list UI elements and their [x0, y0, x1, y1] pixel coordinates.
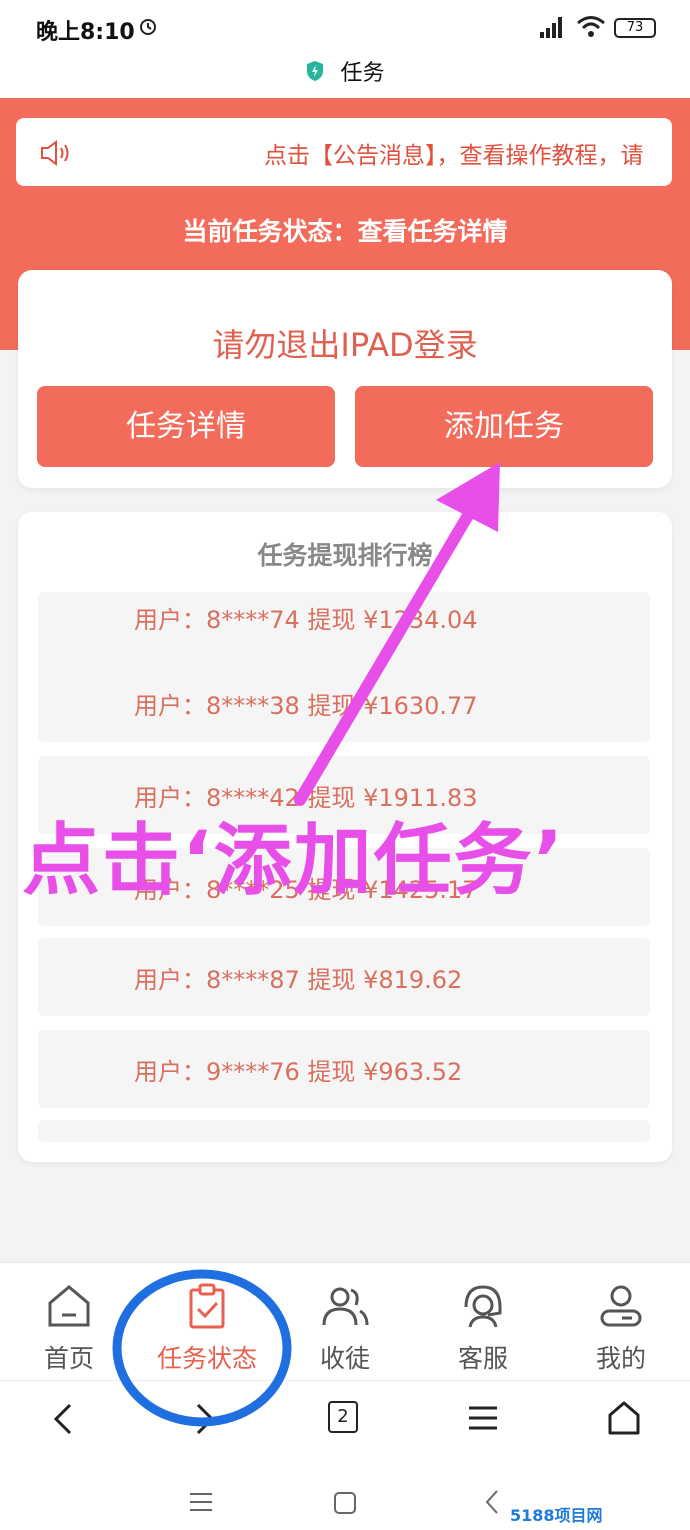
browser-toolbar: 2 [0, 1380, 690, 1457]
action-card: 请勿退出IPAD登录 任务详情 添加任务 [18, 270, 672, 488]
square-home-icon[interactable] [332, 1490, 358, 1516]
signal-icon [540, 17, 562, 38]
ranking-row: 用户：8****74 提现 ¥1234.04 [38, 592, 650, 670]
home-page-icon[interactable] [606, 1399, 642, 1437]
ranking-row: 用户：8****38 提现 ¥1630.77 [38, 664, 650, 742]
speaker-icon [41, 140, 69, 166]
status-time: 晚上8:10 [36, 20, 135, 45]
task-detail-button[interactable]: 任务详情 [37, 386, 335, 467]
nav-label: 客服 [457, 1344, 508, 1373]
add-task-button[interactable]: 添加任务 [355, 386, 653, 467]
home-icon [48, 1285, 90, 1327]
battery-indicator: 73 [614, 18, 656, 38]
page-title: 任务 [340, 61, 385, 86]
users-icon [322, 1287, 369, 1326]
title-wrap: 任务 [0, 55, 690, 91]
system-back-icon[interactable] [482, 1488, 502, 1516]
wifi-icon [577, 16, 605, 37]
task-status-line: 当前任务状态：查看任务详情 [182, 217, 508, 246]
nav-label: 收徒 [319, 1344, 370, 1373]
bottom-nav: 首页 任务状态 收徒 客服 我的 [0, 1262, 690, 1381]
nav-service[interactable]: 客服 [414, 1263, 552, 1381]
alarm-icon [140, 19, 156, 35]
back-icon[interactable] [48, 1401, 78, 1437]
tabs-button[interactable]: 2 [328, 1401, 358, 1433]
forward-icon[interactable] [190, 1401, 220, 1437]
nav-label: 我的 [595, 1344, 646, 1373]
ipad-warning: 请勿退出IPAD登录 [212, 326, 478, 364]
ranking-title: 任务提现排行榜 [257, 541, 433, 570]
notice-bar[interactable]: 点击【公告消息】，查看操作教程，请 [16, 118, 672, 186]
ranking-row-text: 用户：9****76 提现 ¥963.52 [134, 1058, 463, 1086]
ranking-row-text: 用户：8****87 提现 ¥819.62 [134, 966, 463, 994]
annotation-text: 点击‘添加任务’ [22, 816, 566, 906]
user-icon [600, 1285, 642, 1327]
headset-icon [464, 1285, 502, 1328]
recents-icon[interactable] [188, 1490, 214, 1514]
nav-label: 任务状态 [156, 1344, 257, 1373]
clipboard-check-icon [189, 1283, 225, 1329]
nav-label: 首页 [43, 1344, 94, 1373]
nav-home[interactable]: 首页 [0, 1263, 138, 1381]
ranking-row [38, 1120, 650, 1142]
ranking-row: 用户：8****87 提现 ¥819.62 [38, 938, 650, 1016]
nav-mine[interactable]: 我的 [552, 1263, 690, 1381]
nav-apprentice[interactable]: 收徒 [276, 1263, 414, 1381]
ranking-row-text: 用户：8****74 提现 ¥1234.04 [134, 606, 478, 634]
ranking-row-text: 用户：8****38 提现 ¥1630.77 [134, 692, 478, 720]
ranking-row: 用户：9****76 提现 ¥963.52 [38, 1030, 650, 1108]
nav-task-status[interactable]: 任务状态 [138, 1263, 276, 1381]
shield-icon [307, 61, 324, 81]
notice-text: 点击【公告消息】，查看操作教程，请 [264, 143, 644, 169]
menu-icon[interactable] [466, 1401, 500, 1435]
watermark: 5188项目网 [510, 1506, 603, 1525]
